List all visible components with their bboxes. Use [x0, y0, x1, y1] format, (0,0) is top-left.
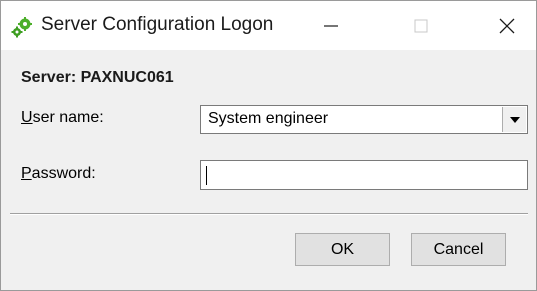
user-name-dropdown[interactable]: System engineer: [200, 105, 528, 134]
minimize-button[interactable]: [302, 1, 360, 50]
maximize-icon: [414, 19, 428, 32]
chevron-down-icon: [509, 116, 520, 123]
text-caret: [206, 166, 207, 185]
user-name-selected: System engineer: [208, 110, 329, 127]
cancel-button[interactable]: Cancel: [411, 233, 506, 266]
close-button[interactable]: [478, 1, 536, 50]
password-label-text: assword:: [31, 165, 96, 182]
user-name-label: User name:: [21, 109, 104, 127]
password-label: Password:: [21, 165, 96, 183]
server-name-label: Server: PAXNUC061: [21, 69, 174, 86]
user-name-label-accel: U: [21, 109, 33, 126]
user-name-label-text: ser name:: [32, 109, 104, 126]
minimize-icon: [324, 24, 338, 27]
ok-button[interactable]: OK: [295, 233, 390, 266]
divider: [10, 213, 528, 215]
title-bar[interactable]: Server Configuration Logon: [1, 1, 536, 50]
logon-dialog: Server Configuration Logon Server: PAXNU…: [0, 0, 537, 291]
green-gear-icon: [11, 17, 32, 38]
password-field[interactable]: [200, 160, 528, 190]
window-title: Server Configuration Logon: [41, 14, 274, 35]
close-icon: [499, 18, 515, 33]
maximize-button[interactable]: [392, 1, 450, 50]
password-label-accel: P: [21, 165, 32, 182]
dropdown-arrow-button[interactable]: [502, 107, 526, 132]
